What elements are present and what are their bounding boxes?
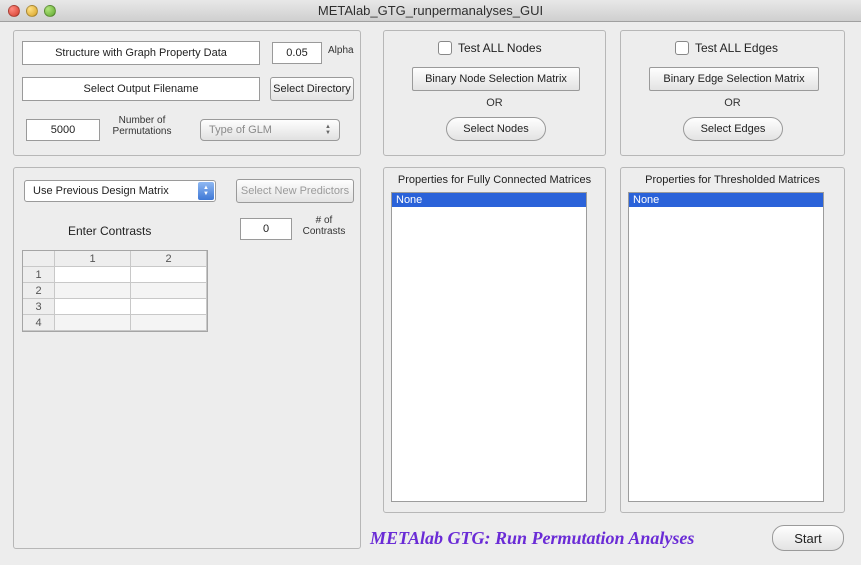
full-props-title: Properties for Fully Connected Matrices	[384, 174, 605, 186]
chevron-updown-icon: ▲▼	[321, 122, 335, 138]
structure-input[interactable]: Structure with Graph Property Data	[22, 41, 260, 65]
table-cell[interactable]	[55, 315, 131, 331]
table-col-header: 1	[55, 251, 131, 267]
table-cell[interactable]	[55, 283, 131, 299]
select-new-predictors-button[interactable]: Select New Predictors	[236, 179, 354, 203]
edges-panel: Test ALL Edges Binary Edge Selection Mat…	[620, 30, 845, 156]
table-col-header: 2	[131, 251, 207, 267]
test-all-edges-checkbox[interactable]	[675, 41, 689, 55]
table-row-header: 1	[23, 267, 55, 283]
list-item[interactable]: None	[629, 193, 823, 207]
design-matrix-select[interactable]: Use Previous Design Matrix ▲▼	[24, 180, 216, 202]
table-cell[interactable]	[55, 267, 131, 283]
contrasts-table[interactable]: 1 2 1 2 3 4	[22, 250, 208, 332]
structure-input-label: Structure with Graph Property Data	[55, 47, 227, 59]
select-edges-button[interactable]: Select Edges	[683, 117, 783, 141]
table-cell[interactable]	[131, 299, 207, 315]
file-config-panel: Structure with Graph Property Data 0.05 …	[13, 30, 361, 156]
full-props-listbox[interactable]: None	[391, 192, 587, 502]
glm-type-placeholder: Type of GLM	[209, 124, 272, 136]
num-contrasts-input[interactable]: 0	[240, 218, 292, 240]
permutations-label: Number of Permutations	[106, 116, 178, 137]
permutations-value: 5000	[51, 124, 75, 136]
full-props-panel: Properties for Fully Connected Matrices …	[383, 167, 606, 513]
table-row-header: 2	[23, 283, 55, 299]
predictors-panel: Use Previous Design Matrix ▲▼ Select New…	[13, 167, 361, 549]
table-row-header: 4	[23, 315, 55, 331]
table-cell[interactable]	[131, 283, 207, 299]
output-filename-label: Select Output Filename	[84, 83, 199, 95]
table-cell[interactable]	[131, 267, 207, 283]
test-all-nodes-label: Test ALL Nodes	[458, 41, 542, 55]
window-title: METAlab_GTG_runpermanalyses_GUI	[0, 3, 861, 18]
chevron-updown-icon: ▲▼	[198, 182, 214, 200]
table-cell[interactable]	[131, 315, 207, 331]
alpha-input[interactable]: 0.05	[272, 42, 322, 64]
test-all-nodes-checkbox[interactable]	[438, 41, 452, 55]
alpha-label: Alpha	[328, 46, 354, 57]
glm-type-select[interactable]: Type of GLM ▲▼	[200, 119, 340, 141]
select-nodes-button[interactable]: Select Nodes	[446, 117, 546, 141]
list-item[interactable]: None	[392, 193, 586, 207]
num-contrasts-label: # of Contrasts	[298, 216, 350, 237]
start-button[interactable]: Start	[772, 525, 844, 551]
table-cell[interactable]	[55, 299, 131, 315]
table-row-header: 3	[23, 299, 55, 315]
window-titlebar: METAlab_GTG_runpermanalyses_GUI	[0, 0, 861, 22]
nodes-panel: Test ALL Nodes Binary Node Selection Mat…	[383, 30, 606, 156]
alpha-value: 0.05	[286, 47, 307, 59]
thresh-props-title: Properties for Thresholded Matrices	[621, 174, 844, 186]
output-filename-input[interactable]: Select Output Filename	[22, 77, 260, 101]
binary-edge-matrix-button[interactable]: Binary Edge Selection Matrix	[649, 67, 819, 91]
enter-contrasts-label: Enter Contrasts	[68, 224, 151, 238]
edges-or-label: OR	[621, 97, 844, 109]
select-directory-button[interactable]: Select Directory	[270, 77, 354, 101]
thresh-props-listbox[interactable]: None	[628, 192, 824, 502]
binary-node-matrix-button[interactable]: Binary Node Selection Matrix	[412, 67, 580, 91]
test-all-edges-label: Test ALL Edges	[695, 41, 778, 55]
design-matrix-select-label: Use Previous Design Matrix	[33, 185, 169, 197]
thresh-props-panel: Properties for Thresholded Matrices None	[620, 167, 845, 513]
app-title: METAlab GTG: Run Permutation Analyses	[370, 528, 694, 549]
nodes-or-label: OR	[384, 97, 605, 109]
permutations-input[interactable]: 5000	[26, 119, 100, 141]
